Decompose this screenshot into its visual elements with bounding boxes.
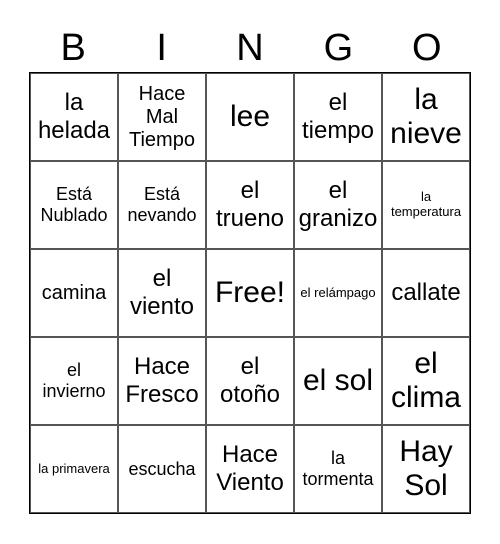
bingo-cell[interactable]: la temperatura [382,161,470,249]
bingo-cell-label: escucha [128,458,196,479]
bingo-cell[interactable]: el trueno [206,161,294,249]
bingo-cell-label: el sol [302,363,374,397]
bingo-cell[interactable]: la helada [30,73,118,161]
bingo-cell[interactable]: Hay Sol [382,425,470,513]
bingo-cell-label: la tormenta [302,448,374,489]
bingo-cell[interactable]: escucha [118,425,206,513]
bingo-cell[interactable]: la tormenta [294,425,382,513]
bingo-cell[interactable]: Está nevando [118,161,206,249]
bingo-cell-label: el invierno [42,360,106,401]
header-letter-g: G [323,27,354,69]
bingo-cell[interactable]: lee [206,73,294,161]
bingo-cell[interactable]: el tiempo [294,73,382,161]
bingo-cell-label: el viento [129,265,195,320]
bingo-cell-label: la nieve [390,82,462,151]
free-space-cell[interactable]: Free! [206,249,294,337]
bingo-cell-label: la temperatura [390,189,462,219]
bingo-cell[interactable]: el clima [382,337,470,425]
bingo-cell-label: Free! [214,275,286,309]
bingo-cell[interactable]: el viento [118,249,206,337]
bingo-cell[interactable]: el sol [294,337,382,425]
bingo-cell[interactable]: el granizo [294,161,382,249]
bingo-cell-label: callate [391,279,461,307]
bingo-cell-label: el relámpago [300,284,376,300]
header-letter-o: O [412,27,442,69]
bingo-cell-label: la helada [37,89,111,144]
bingo-cell[interactable]: la primavera [30,425,118,513]
bingo-cell-label: el otoño [219,353,281,408]
bingo-cell-label: lee [229,99,271,133]
bingo-grid: la helada Hace Mal Tiempo lee el tiempo la n… [29,72,471,514]
bingo-cell-label: Está Nublado [40,184,108,225]
bingo-cell-label: el tiempo [301,89,375,144]
header-letter-n: N [236,27,264,69]
bingo-cell[interactable]: callate [382,249,470,337]
bingo-cell-label: Está nevando [127,184,197,225]
bingo-cell-label: Hace Mal Tiempo [129,82,195,151]
bingo-cell[interactable]: el otoño [206,337,294,425]
header-letter-i: I [156,27,167,69]
bingo-cell[interactable]: Está Nublado [30,161,118,249]
bingo-cell-label: el clima [390,346,461,415]
bingo-cell-label: el trueno [215,177,285,232]
bingo-cell[interactable]: Hace Fresco [118,337,206,425]
bingo-cell[interactable]: la nieve [382,73,470,161]
bingo-cell-label: camina [41,281,107,304]
bingo-cell-label: la primavera [38,460,110,476]
bingo-cell[interactable]: Hace Viento [206,425,294,513]
bingo-cell-label: Hace Fresco [125,353,199,408]
bingo-cell-label: Hay Sol [399,434,453,503]
header-letter-b: B [60,27,86,69]
bingo-header: B I N G O [29,20,471,72]
bingo-cell[interactable]: el invierno [30,337,118,425]
bingo-cell[interactable]: el relámpago [294,249,382,337]
bingo-cell[interactable]: camina [30,249,118,337]
bingo-cell-label: Hace Viento [216,441,284,496]
bingo-cell-label: el granizo [298,177,378,232]
bingo-cell[interactable]: Hace Mal Tiempo [118,73,206,161]
